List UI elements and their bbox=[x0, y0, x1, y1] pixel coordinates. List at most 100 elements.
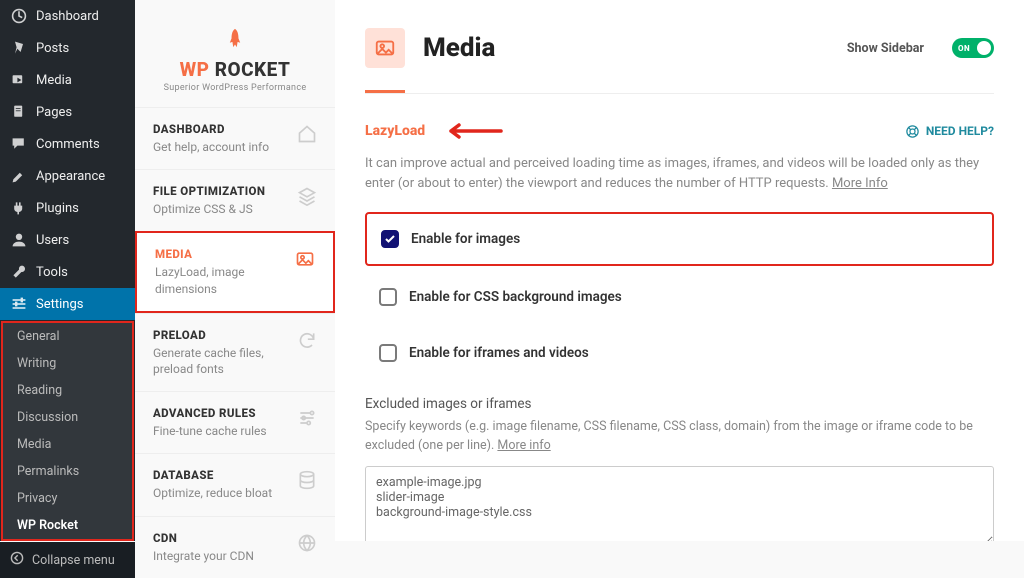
rocket-icon bbox=[135, 28, 335, 58]
option-label: Enable for CSS background images bbox=[409, 289, 622, 305]
option-enable-css-bg[interactable]: Enable for CSS background images bbox=[365, 272, 994, 322]
nav-sub: Optimize, reduce bloat bbox=[153, 485, 287, 501]
home-icon bbox=[297, 124, 317, 144]
main-header: Media Show Sidebar ON bbox=[365, 28, 994, 90]
submenu-item-reading[interactable]: Reading bbox=[3, 377, 132, 404]
sidebar-item-label: Settings bbox=[36, 297, 83, 312]
sidebar-item-media[interactable]: Media bbox=[0, 64, 135, 96]
sidebar-item-pages[interactable]: Pages bbox=[0, 96, 135, 128]
globe-icon bbox=[297, 533, 317, 553]
sidebar-item-label: Dashboard bbox=[36, 9, 99, 24]
brand-tagline: Superior WordPress Performance bbox=[135, 83, 335, 93]
section-header: LazyLoad NEED HELP? bbox=[365, 122, 994, 140]
sidebar-item-label: Comments bbox=[36, 137, 100, 152]
section-title: LazyLoad bbox=[365, 123, 425, 139]
toggle-on-label: ON bbox=[958, 44, 970, 53]
excluded-textarea[interactable] bbox=[365, 466, 994, 541]
user-icon bbox=[10, 231, 28, 249]
image-icon bbox=[295, 249, 315, 269]
sidebar-item-settings[interactable]: Settings bbox=[0, 288, 135, 320]
show-sidebar-toggle[interactable]: ON bbox=[952, 38, 994, 58]
checkbox-icon bbox=[379, 288, 397, 306]
lifebuoy-icon bbox=[905, 124, 920, 139]
sliders-icon bbox=[297, 408, 317, 428]
layers-icon bbox=[297, 186, 317, 206]
refresh-icon bbox=[297, 330, 317, 350]
more-info-link[interactable]: More Info bbox=[832, 176, 888, 191]
sidebar-item-label: Plugins bbox=[36, 201, 79, 216]
collapse-label: Collapse menu bbox=[32, 553, 115, 568]
sidebar-item-posts[interactable]: Posts bbox=[0, 32, 135, 64]
sidebar-item-label: Media bbox=[36, 73, 72, 88]
brand-text: WP ROCKET bbox=[135, 58, 335, 81]
page-icon bbox=[10, 103, 28, 121]
nav-sub: LazyLoad, image dimensions bbox=[155, 264, 285, 296]
pin-icon bbox=[10, 39, 28, 57]
wp-admin-sidebar: Dashboard Posts Media Pages Comments App… bbox=[0, 0, 135, 541]
checkbox-icon bbox=[381, 230, 399, 248]
sidebar-item-label: Tools bbox=[36, 265, 68, 280]
wpr-nav-dashboard[interactable]: DASHBOARD Get help, account info bbox=[135, 107, 335, 169]
sidebar-item-users[interactable]: Users bbox=[0, 224, 135, 256]
option-enable-iframes[interactable]: Enable for iframes and videos bbox=[365, 328, 994, 378]
nav-sub: Get help, account info bbox=[153, 139, 287, 155]
wrench-icon bbox=[10, 263, 28, 281]
nav-sub: Optimize CSS & JS bbox=[153, 201, 287, 217]
tab-indicator bbox=[365, 90, 405, 93]
sidebar-item-label: Appearance bbox=[36, 169, 105, 184]
checkbox-icon bbox=[379, 344, 397, 362]
wpr-nav-database[interactable]: DATABASEOptimize, reduce bloat bbox=[135, 453, 335, 515]
sidebar-item-appearance[interactable]: Appearance bbox=[0, 160, 135, 192]
database-icon bbox=[297, 470, 317, 490]
nav-sub: Integrate your CDN bbox=[153, 548, 287, 564]
settings-submenu: General Writing Reading Discussion Media… bbox=[1, 321, 134, 541]
sidebar-item-label: Posts bbox=[36, 41, 69, 56]
sidebar-item-label: Users bbox=[36, 233, 69, 248]
submenu-item-general[interactable]: General bbox=[3, 323, 132, 350]
plug-icon bbox=[10, 199, 28, 217]
main-content: Media Show Sidebar ON LazyLoad NEED HELP… bbox=[335, 0, 1024, 541]
wpr-nav-preload[interactable]: PRELOAD Generate cache files, preload fon… bbox=[135, 313, 335, 391]
option-label: Enable for iframes and videos bbox=[409, 345, 589, 361]
submenu-item-privacy[interactable]: Privacy bbox=[3, 485, 132, 512]
tab-bar bbox=[365, 90, 994, 94]
brush-icon bbox=[10, 167, 28, 185]
need-help-link[interactable]: NEED HELP? bbox=[905, 124, 994, 139]
nav-title: DASHBOARD bbox=[153, 122, 287, 136]
option-enable-images[interactable]: Enable for images bbox=[365, 212, 994, 266]
wpr-nav-file-optimization[interactable]: FILE OPTIMIZATIONOptimize CSS & JS bbox=[135, 169, 335, 231]
collapse-menu-button[interactable]: Collapse menu bbox=[0, 542, 135, 578]
sidebar-item-comments[interactable]: Comments bbox=[0, 128, 135, 160]
sidebar-item-tools[interactable]: Tools bbox=[0, 256, 135, 288]
nav-title: ADVANCED RULES bbox=[153, 406, 287, 420]
page-icon bbox=[365, 28, 405, 68]
toggle-knob bbox=[977, 41, 991, 55]
excluded-title: Excluded images or iframes bbox=[365, 396, 994, 412]
sliders-icon bbox=[10, 295, 28, 313]
comment-icon bbox=[10, 135, 28, 153]
nav-title: MEDIA bbox=[155, 247, 285, 261]
submenu-item-wp-rocket[interactable]: WP Rocket bbox=[3, 512, 132, 539]
sidebar-item-plugins[interactable]: Plugins bbox=[0, 192, 135, 224]
wpr-nav-media[interactable]: MEDIA LazyLoad, image dimensions bbox=[135, 231, 335, 312]
wpr-sidebar: WP ROCKET Superior WordPress Performance… bbox=[135, 0, 335, 541]
need-help-label: NEED HELP? bbox=[926, 124, 994, 138]
wpr-nav-advanced-rules[interactable]: ADVANCED RULES Fine-tune cache rules bbox=[135, 391, 335, 453]
nav-sub: Generate cache files, preload fonts bbox=[153, 345, 287, 377]
wpr-logo: WP ROCKET Superior WordPress Performance bbox=[135, 10, 335, 107]
dashboard-icon bbox=[10, 7, 28, 25]
wpr-nav-cdn[interactable]: CDNIntegrate your CDN bbox=[135, 516, 335, 578]
submenu-item-permalinks[interactable]: Permalinks bbox=[3, 458, 132, 485]
submenu-item-media[interactable]: Media bbox=[3, 431, 132, 458]
sidebar-item-dashboard[interactable]: Dashboard bbox=[0, 0, 135, 32]
media-icon bbox=[10, 71, 28, 89]
submenu-item-writing[interactable]: Writing bbox=[3, 350, 132, 377]
nav-sub: Fine-tune cache rules bbox=[153, 423, 287, 439]
nav-title: PRELOAD bbox=[153, 328, 287, 342]
show-sidebar-label: Show Sidebar bbox=[847, 41, 924, 56]
submenu-item-discussion[interactable]: Discussion bbox=[3, 404, 132, 431]
more-info-link[interactable]: More info bbox=[497, 438, 550, 453]
page-title: Media bbox=[423, 33, 829, 63]
collapse-icon bbox=[10, 551, 24, 569]
sidebar-item-label: Pages bbox=[36, 105, 72, 120]
